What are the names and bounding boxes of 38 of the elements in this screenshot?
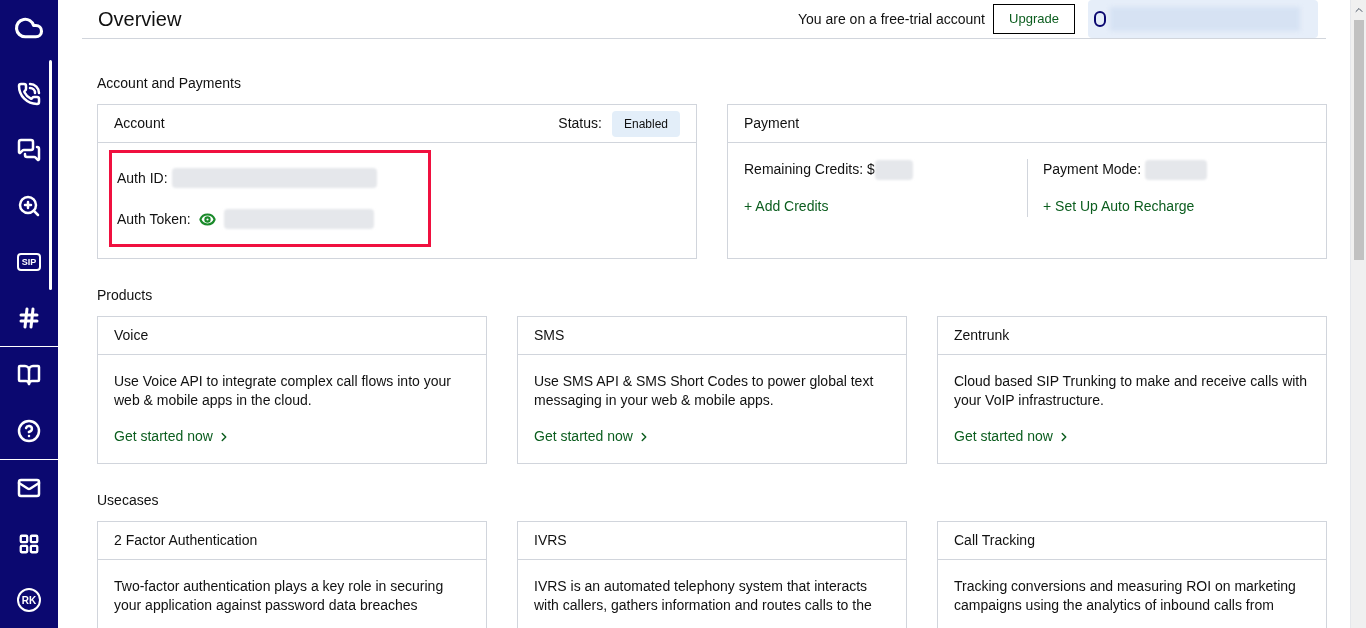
card-description: IVRS is an automated telephony system that interacts with callers, gathers information and routes calls to the — [533, 577, 873, 615]
page-title: Overview — [98, 7, 182, 32]
payment-mode-label: Payment Mode: — [1043, 160, 1142, 179]
upgrade-button[interactable]: Upgrade — [993, 4, 1075, 34]
card-title: Account — [114, 114, 165, 133]
credits-label: Remaining Credits: $ — [744, 160, 875, 179]
card-description: Cloud based SIP Trunking to make and receive calls with your VoIP infrastructure. — [953, 372, 1309, 410]
sip-icon[interactable]: SIP — [16, 253, 42, 271]
eye-icon[interactable] — [198, 210, 216, 228]
card-title: SMS — [534, 326, 565, 345]
card-title: Call Tracking — [954, 531, 1035, 550]
card-description: Tracking conversions and measuring ROI on marketing campaigns using the analytics of inbound calls from — [953, 577, 1297, 615]
get-started-link[interactable]: Get started now — [114, 426, 231, 447]
scroll-thumb[interactable] — [1353, 20, 1364, 260]
avatar-icon — [1094, 11, 1106, 27]
auth-token-label: Auth Token: — [117, 209, 191, 229]
section-heading: Account and Payments — [97, 74, 242, 93]
status-label: Status: — [558, 114, 602, 133]
card-title: Voice — [114, 326, 149, 345]
trial-notice: You are on a free-trial account — [797, 9, 985, 29]
section-heading: Products — [97, 286, 154, 305]
section-heading: Usecases — [97, 491, 160, 510]
card-title: 2 Factor Authentication — [114, 531, 258, 550]
get-started-link[interactable]: Get started now — [954, 426, 1071, 447]
add-credits-link[interactable]: + Add Credits — [744, 196, 1027, 217]
auto-recharge-link[interactable]: + Set Up Auto Recharge — [1043, 196, 1208, 217]
card-description: Use Voice API to integrate complex call flows into your web & mobile apps in the cloud. — [113, 372, 452, 410]
redacted-value — [874, 159, 913, 180]
card-title: Zentrunk — [954, 326, 1010, 345]
auth-id-label: Auth ID: — [117, 168, 168, 188]
user-avatar[interactable]: RK — [17, 588, 41, 612]
card-description: Use SMS API & SMS Short Codes to power global text messaging in your web & mobile apps. — [533, 372, 875, 410]
get-started-link[interactable]: Get started now — [534, 426, 651, 447]
card-description: Two-factor authentication plays a key role in securing your application against password data breaches — [113, 577, 445, 615]
status-badge: Enabled — [611, 110, 680, 137]
card-title: IVRS — [534, 531, 567, 550]
redacted-value — [1145, 159, 1208, 180]
card-title: Payment — [744, 114, 800, 133]
